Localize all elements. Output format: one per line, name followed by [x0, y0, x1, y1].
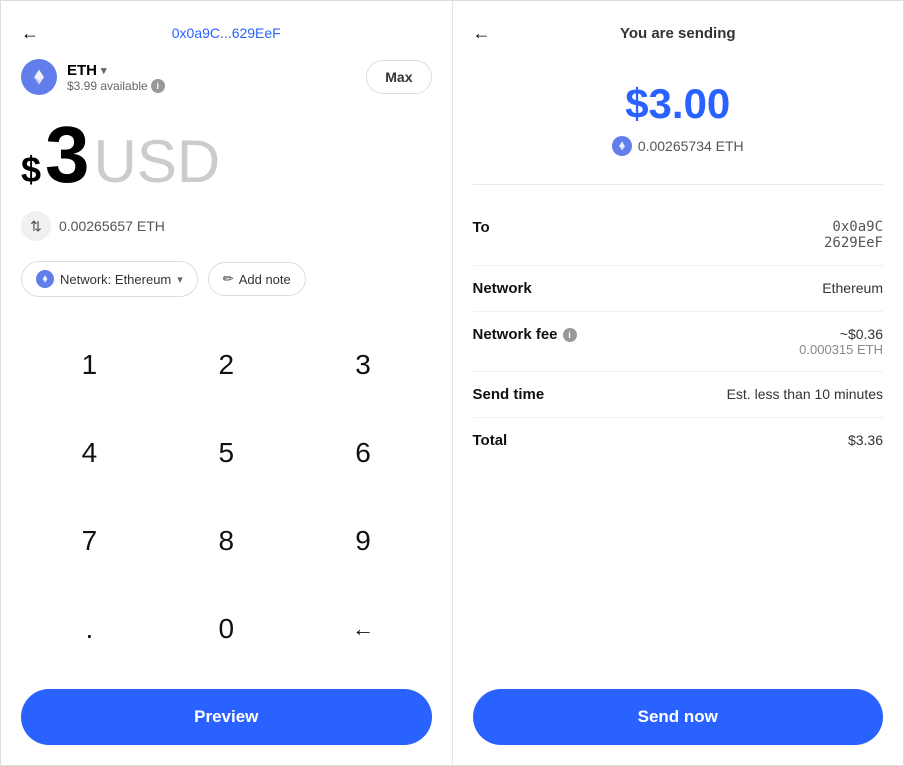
send-now-button[interactable]: Send now — [473, 689, 884, 745]
preview-button[interactable]: Preview — [21, 689, 432, 745]
chevron-down-icon: ▾ — [101, 64, 107, 77]
token-details: ETH ▾ $3.99 available i — [67, 62, 165, 93]
pencil-icon: ✏ — [223, 271, 234, 287]
confirm-eth-amount: 0.00265734 ETH — [473, 136, 884, 156]
network-chevron-icon: ▾ — [177, 273, 183, 286]
send-time-label: Send time — [473, 386, 545, 403]
key-9[interactable]: 9 — [295, 497, 432, 585]
key-4[interactable]: 4 — [21, 409, 158, 497]
eth-equiv-text: 0.00265657 ETH — [59, 218, 165, 234]
detail-total: Total $3.36 — [473, 418, 884, 463]
detail-send-time: Send time Est. less than 10 minutes — [473, 372, 884, 418]
amount-number: 3 — [45, 115, 90, 195]
total-label: Total — [473, 432, 508, 449]
network-fee-eth: 0.000315 ETH — [799, 342, 883, 357]
add-note-button[interactable]: ✏ Add note — [208, 262, 306, 296]
key-1[interactable]: 1 — [21, 321, 158, 409]
network-label: Network: Ethereum — [60, 272, 171, 287]
detail-to: To 0x0a9C2629EeF — [473, 205, 884, 266]
eth-equiv-row: ⇅ 0.00265657 ETH — [21, 211, 432, 241]
key-7[interactable]: 7 — [21, 497, 158, 585]
to-address: 0x0a9C2629EeF — [824, 219, 883, 251]
send-screen: ← 0x0a9C...629EeF ETH ▾ — [1, 1, 453, 765]
detail-network-fee: Network fee i ~$0.36 0.000315 ETH — [473, 312, 884, 372]
network-eth-icon — [36, 270, 54, 288]
confirm-usd-amount: $3.00 — [473, 80, 884, 128]
network-detail-value: Ethereum — [822, 280, 883, 296]
left-header: ← 0x0a9C...629EeF — [21, 25, 432, 41]
numpad: 1 2 3 4 5 6 7 8 9 . 0 ← — [21, 321, 432, 673]
token-row: ETH ▾ $3.99 available i Max — [21, 59, 432, 95]
add-note-label: Add note — [239, 272, 291, 287]
swap-icon[interactable]: ⇅ — [21, 211, 51, 241]
confirm-title: You are sending — [620, 25, 736, 42]
details-table: To 0x0a9C2629EeF Network Ethereum Networ… — [473, 205, 884, 689]
divider — [473, 184, 884, 185]
max-button[interactable]: Max — [366, 60, 431, 94]
total-value: $3.36 — [848, 432, 883, 448]
key-0[interactable]: 0 — [158, 585, 295, 673]
options-row: Network: Ethereum ▾ ✏ Add note — [21, 261, 432, 297]
info-icon: i — [151, 79, 165, 93]
amount-currency: USD — [94, 132, 221, 192]
detail-network: Network Ethereum — [473, 266, 884, 312]
network-fee-label: Network fee i — [473, 326, 577, 343]
fee-info-icon: i — [563, 328, 577, 342]
token-name: ETH ▾ — [67, 62, 165, 79]
send-time-value: Est. less than 10 minutes — [727, 386, 883, 402]
token-info[interactable]: ETH ▾ $3.99 available i — [21, 59, 165, 95]
eth-logo — [21, 59, 57, 95]
wallet-address: 0x0a9C...629EeF — [172, 25, 281, 41]
confirm-amount: $3.00 0.00265734 ETH — [473, 80, 884, 156]
to-label: To — [473, 219, 490, 236]
right-header: ← You are sending — [473, 25, 884, 42]
back-button-left[interactable]: ← — [21, 23, 39, 44]
amount-display: $ 3 USD — [21, 115, 432, 195]
key-2[interactable]: 2 — [158, 321, 295, 409]
key-backspace[interactable]: ← — [295, 585, 432, 673]
key-6[interactable]: 6 — [295, 409, 432, 497]
dollar-sign: $ — [21, 149, 41, 191]
token-available: $3.99 available i — [67, 79, 165, 93]
network-button[interactable]: Network: Ethereum ▾ — [21, 261, 198, 297]
back-button-right[interactable]: ← — [473, 23, 491, 44]
confirm-eth-icon — [612, 136, 632, 156]
confirm-eth-text: 0.00265734 ETH — [638, 138, 744, 154]
key-8[interactable]: 8 — [158, 497, 295, 585]
network-detail-label: Network — [473, 280, 532, 297]
network-fee-value: ~$0.36 0.000315 ETH — [799, 326, 883, 357]
key-5[interactable]: 5 — [158, 409, 295, 497]
key-3[interactable]: 3 — [295, 321, 432, 409]
key-dot[interactable]: . — [21, 585, 158, 673]
confirm-screen: ← You are sending $3.00 0.00265734 ETH — [453, 1, 904, 765]
